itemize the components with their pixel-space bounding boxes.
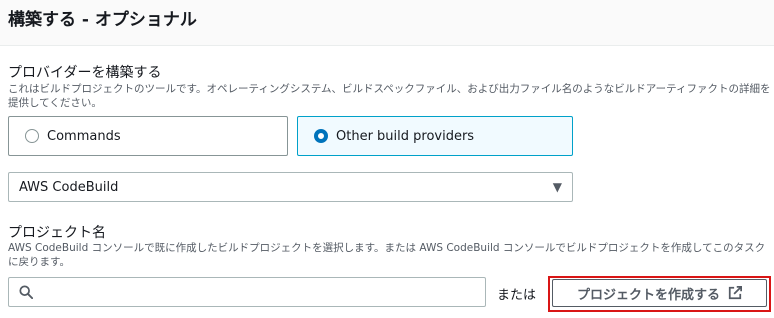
create-project-label: プロジェクトを作成する — [576, 287, 720, 303]
section-header: 構築する - オプショナル — [0, 0, 774, 46]
option-other-build-providers[interactable]: Other build providers — [297, 116, 573, 156]
option-commands[interactable]: Commands — [8, 116, 288, 156]
external-link-icon — [728, 286, 742, 300]
project-name-label: プロジェクト名 — [8, 225, 106, 241]
option-other-build-providers-label: Other build providers — [336, 128, 475, 144]
provider-select-value: AWS CodeBuild — [19, 179, 119, 195]
provider-select[interactable]: AWS CodeBuild ▼ — [8, 172, 573, 202]
radio-checked-icon[interactable] — [314, 129, 328, 143]
project-name-description: AWS CodeBuild コンソールで既に作成したビルドプロジェクトを選択しま… — [8, 242, 766, 268]
provider-description: これはビルドプロジェクトのツールです。オペレーティングシステム、ビルドスペックフ… — [8, 83, 771, 109]
search-icon — [19, 285, 33, 299]
create-project-button[interactable]: プロジェクトを作成する — [552, 279, 767, 307]
option-commands-label: Commands — [47, 128, 121, 144]
project-search-input[interactable] — [39, 279, 485, 305]
or-text: または — [497, 288, 537, 303]
radio-unchecked-icon[interactable] — [25, 129, 39, 143]
section-title: 構築する - オプショナル — [8, 10, 197, 30]
project-search[interactable] — [8, 277, 486, 307]
caret-down-icon: ▼ — [552, 180, 562, 194]
provider-label: プロバイダーを構築する — [8, 65, 162, 81]
